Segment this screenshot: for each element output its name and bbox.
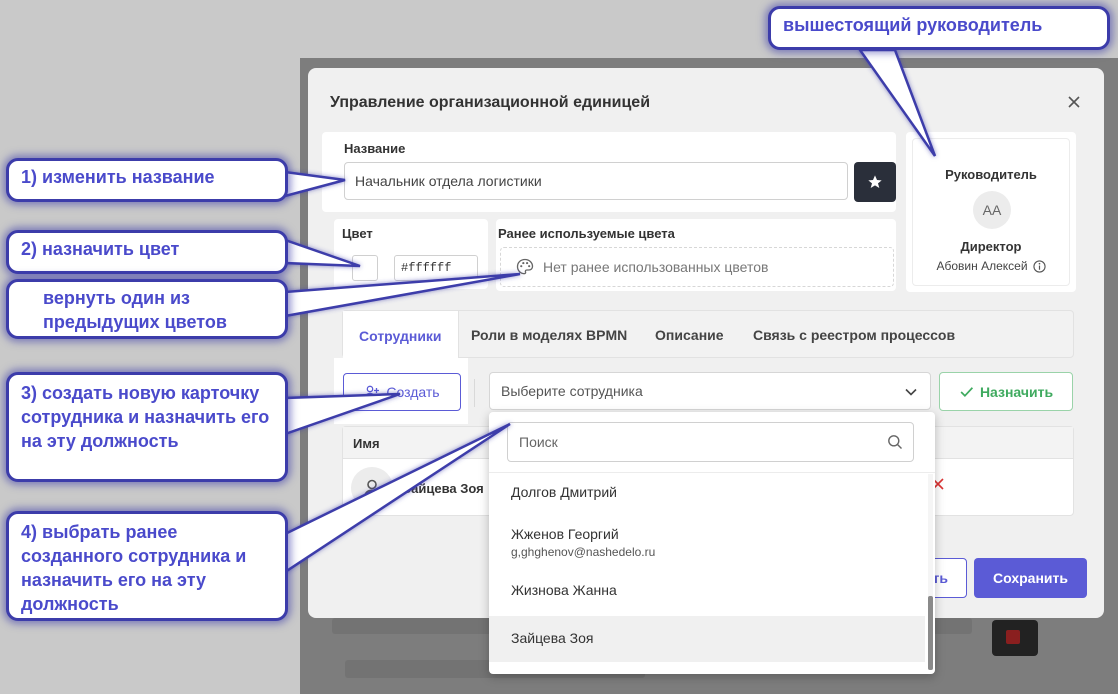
- head-card[interactable]: Руководитель АА Директор Абовин Алексей: [912, 138, 1070, 286]
- name-label: Название: [344, 141, 406, 156]
- list-item-name: Жженов Георгий: [511, 526, 619, 542]
- previous-colors-label: Ранее используемые цвета: [498, 226, 675, 241]
- table-row-name: Зайцева Зоя: [403, 481, 484, 496]
- tab-bar: Сотрудники Роли в моделях BPMN Описание …: [342, 310, 1074, 361]
- head-person-name: Абовин Алексей: [936, 259, 1028, 273]
- callout-color: 2) назначить цвет: [6, 230, 288, 274]
- callout-select: 4) выбрать ранее созданного сотрудника и…: [6, 511, 288, 621]
- list-item-name: Жизнова Жанна: [511, 582, 617, 598]
- tab-bpmn-roles[interactable]: Роли в моделях BPMN: [471, 311, 627, 359]
- dropdown-search-input[interactable]: Поиск: [507, 422, 914, 462]
- list-item-name: Долгов Дмитрий: [511, 484, 617, 500]
- employee-select[interactable]: Выберите сотрудника: [489, 372, 931, 410]
- check-icon: [960, 387, 973, 398]
- callout-create: 3) создать новую карточку сотрудника и н…: [6, 372, 288, 482]
- star-icon[interactable]: [854, 162, 896, 202]
- head-label: Руководитель: [945, 167, 1037, 182]
- dropdown-search-placeholder: Поиск: [519, 434, 558, 450]
- list-item-name: Зайцева Зоя: [511, 630, 594, 646]
- callout-name: 1) изменить название: [6, 158, 288, 202]
- list-item[interactable]: Жженов Георгий g,ghghenov@nashedelo.ru: [489, 526, 925, 570]
- user-icon: [363, 479, 381, 498]
- previous-colors-section: Ранее используемые цвета Нет ранее испол…: [496, 219, 896, 291]
- assign-button-label: Назначить: [979, 383, 1054, 400]
- employee-select-placeholder: Выберите сотрудника: [501, 383, 643, 399]
- avatar: [351, 467, 393, 509]
- dropdown-separator: [489, 472, 935, 473]
- tab-process-registry[interactable]: Связь с реестром процессов: [753, 311, 955, 359]
- previous-colors-empty: Нет ранее использованных цветов: [543, 259, 769, 275]
- color-section: Цвет #ffffff: [334, 219, 488, 289]
- search-icon: [888, 435, 902, 449]
- callout-prev-color: вернуть один из предыдущих цветов: [6, 279, 288, 339]
- modal-title: Управление организационной единицей: [330, 94, 651, 111]
- employee-dropdown: Поиск Долгов Дмитрий Жженов Георгий g,gh…: [489, 412, 935, 674]
- color-swatch[interactable]: [352, 255, 378, 281]
- avatar: АА: [973, 191, 1011, 229]
- assign-button[interactable]: Назначить: [939, 372, 1073, 411]
- tab-description[interactable]: Описание: [655, 311, 724, 359]
- create-employee-button[interactable]: Создать: [343, 373, 461, 411]
- head-person: Абовин Алексей: [913, 259, 1069, 273]
- callout-head: вышестоящий руководитель: [768, 6, 1110, 50]
- list-item-email: g,ghghenov@nashedelo.ru: [511, 545, 656, 559]
- list-item[interactable]: Зайцева Зоя: [489, 616, 925, 662]
- add-user-icon: [365, 385, 380, 399]
- color-hex-input[interactable]: #ffffff: [394, 255, 478, 281]
- chevron-down-icon: [905, 388, 917, 396]
- name-input[interactable]: Начальник отдела логистики: [344, 162, 848, 200]
- name-section: Название Начальник отдела логистики: [322, 132, 896, 212]
- scrollbar-thumb[interactable]: [928, 596, 933, 670]
- create-button-label: Создать: [386, 384, 440, 400]
- close-icon[interactable]: [1066, 94, 1082, 110]
- info-icon[interactable]: [1032, 259, 1046, 273]
- save-button[interactable]: Сохранить: [974, 558, 1087, 598]
- color-label: Цвет: [342, 226, 373, 241]
- create-zone: Создать: [334, 358, 468, 424]
- list-item[interactable]: Долгов Дмитрий: [489, 484, 925, 514]
- head-section: Руководитель АА Директор Абовин Алексей: [906, 132, 1076, 292]
- dropdown-scrollbar[interactable]: [928, 474, 933, 670]
- divider: [474, 379, 475, 407]
- list-item[interactable]: Жизнова Жанна: [489, 582, 925, 612]
- head-role: Директор: [960, 239, 1022, 254]
- previous-colors-box[interactable]: Нет ранее использованных цветов: [500, 247, 894, 287]
- palette-icon: [516, 258, 534, 275]
- backdrop-widget-icon: [992, 620, 1038, 656]
- tab-employees[interactable]: Сотрудники: [343, 311, 459, 361]
